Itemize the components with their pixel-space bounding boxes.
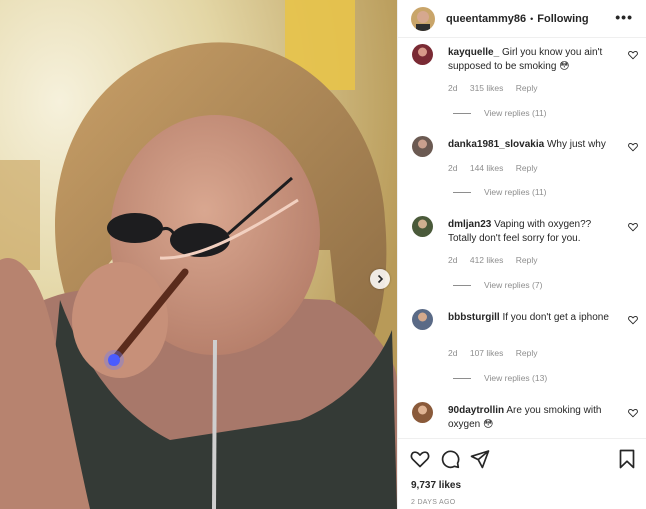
comment-age: 2d [448,348,458,358]
more-options-icon[interactable]: ••• [615,10,633,24]
instagram-post: queentammy86 • Following ••• kayquelle_ … [0,0,646,509]
comment-likes[interactable]: 412 likes [470,255,504,265]
comment-username[interactable]: dmljan23 [448,219,491,230]
post-header: queentammy86 • Following ••• [398,0,646,38]
view-replies-button[interactable]: View replies (11) [453,187,547,197]
avatar[interactable] [412,216,433,237]
avatar[interactable] [412,136,433,157]
view-replies-label: View replies (11) [484,108,547,118]
comment-text: bbbsturgill If you don't get a iphone [448,311,616,325]
comment-likes[interactable]: 315 likes [470,83,504,93]
reply-button[interactable]: Reply [516,348,538,358]
comment-username[interactable]: bbbsturgill [448,312,500,323]
heart-icon[interactable] [628,50,638,60]
comment-message: Why just why [546,139,606,150]
reply-button[interactable]: Reply [516,163,538,173]
post-photo[interactable] [0,0,397,509]
comment-text: 90daytrollin Are you smoking with oxygen… [448,404,616,432]
comment-text: dmljan23 Vaping with oxygen?? Totally do… [448,218,616,246]
comment-text: danka1981_slovakia Why just why [448,138,616,152]
view-replies-button[interactable]: View replies (7) [453,280,542,290]
comment-text: kayquelle_ Girl you know you ain't suppo… [448,46,616,74]
comment-age: 2d [448,255,458,265]
bookmark-icon[interactable] [618,449,636,469]
heart-icon[interactable] [628,315,638,325]
avatar[interactable] [412,402,433,423]
photo-illustration [0,0,397,509]
comment-meta: 2d 144 likes Reply [448,163,548,173]
replies-divider [453,112,471,114]
comment-age: 2d [448,163,458,173]
view-replies-label: View replies (11) [484,187,547,197]
comments-list[interactable]: kayquelle_ Girl you know you ain't suppo… [398,38,646,438]
paper-plane-icon[interactable] [470,449,490,469]
heart-icon[interactable] [628,408,638,418]
comment-likes[interactable]: 144 likes [470,163,504,173]
next-photo-button[interactable] [370,269,390,289]
view-replies-label: View replies (13) [484,373,548,383]
view-replies-button[interactable]: View replies (11) [453,108,547,118]
avatar[interactable] [412,44,433,65]
comment-username[interactable]: kayquelle_ [448,47,499,58]
replies-divider [453,284,471,286]
avatar[interactable] [411,6,435,31]
post-date[interactable]: 2 DAYS AGO [411,499,456,506]
heart-icon[interactable] [628,142,638,152]
comment-message: If you don't get a iphone [502,312,609,323]
avatar[interactable] [412,309,433,330]
comment-meta: 2d 107 likes Reply [448,348,548,358]
reply-button[interactable]: Reply [516,255,538,265]
comment-panel: queentammy86 • Following ••• kayquelle_ … [397,0,646,509]
chevron-right-icon [377,274,384,284]
view-replies-button[interactable]: View replies (13) [453,373,547,383]
heart-icon[interactable] [628,222,638,232]
comment-icon[interactable] [440,449,460,469]
comment-age: 2d [448,83,458,93]
post-author-username[interactable]: queentammy86 [446,13,526,25]
comment-likes[interactable]: 107 likes [470,348,504,358]
comment-username[interactable]: 90daytrollin [448,405,504,416]
post-like-count[interactable]: 9,737 likes [411,480,461,491]
comment-meta: 2d 315 likes Reply [448,83,548,93]
comment-username[interactable]: danka1981_slovakia [448,139,544,150]
comment-meta: 2d 412 likes Reply [448,255,548,265]
replies-divider [453,191,471,193]
separator-dot: • [530,13,534,24]
heart-icon[interactable] [410,449,430,469]
replies-divider [453,377,471,379]
view-replies-label: View replies (7) [484,280,543,290]
post-actions: 9,737 likes 2 DAYS AGO [398,438,646,509]
following-button[interactable]: Following [537,13,588,25]
reply-button[interactable]: Reply [516,83,538,93]
